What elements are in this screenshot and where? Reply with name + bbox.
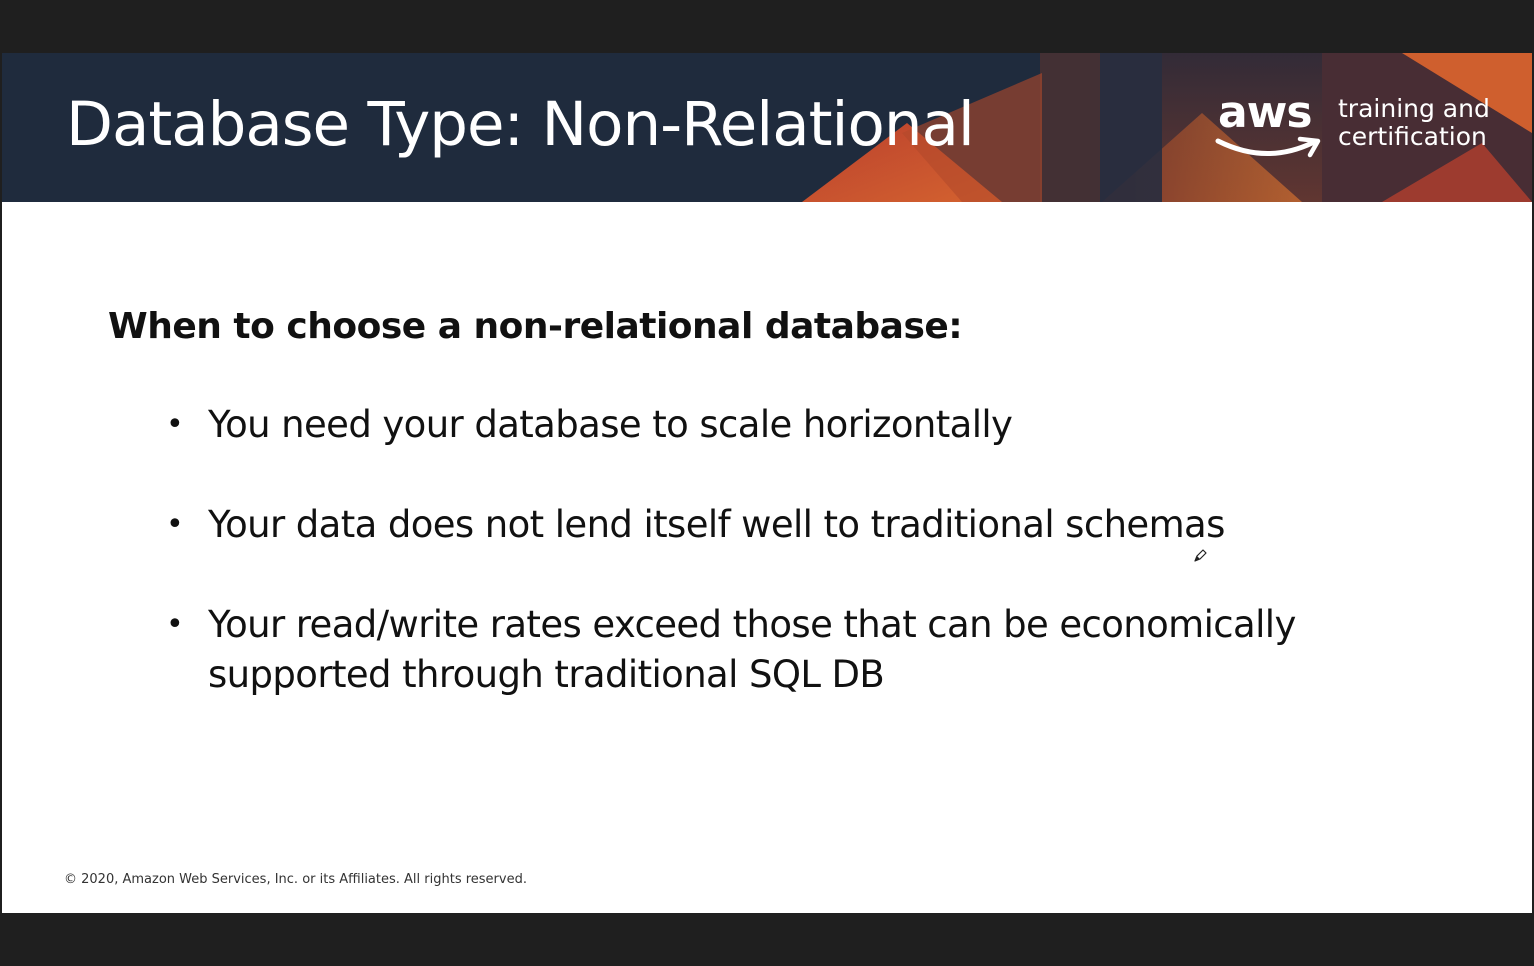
bullet-item: • Your read/write rates exceed those tha… bbox=[162, 600, 1362, 700]
aws-logo-word: aws bbox=[1218, 87, 1313, 138]
bullet-item: • Your data does not lend itself well to… bbox=[162, 500, 1362, 550]
bullet-item: • You need your database to scale horizo… bbox=[162, 400, 1362, 450]
bullet-text: Your data does not lend itself well to t… bbox=[208, 503, 1225, 546]
slide-title: Database Type: Non-Relational bbox=[66, 89, 975, 160]
slide-footer-copyright: © 2020, Amazon Web Services, Inc. or its… bbox=[64, 872, 527, 887]
aws-smile-icon bbox=[1215, 136, 1321, 158]
bullet-dot-icon: • bbox=[166, 407, 184, 442]
aws-training-logo: aws training and certification bbox=[1214, 87, 1504, 171]
bullet-list: • You need your database to scale horizo… bbox=[162, 400, 1362, 750]
presentation-window: Database Type: Non-Relational aws traini… bbox=[0, 0, 1534, 966]
slide: Database Type: Non-Relational aws traini… bbox=[2, 53, 1532, 913]
slide-header: Database Type: Non-Relational aws traini… bbox=[2, 53, 1532, 202]
bullet-dot-icon: • bbox=[166, 607, 184, 642]
bullet-text: You need your database to scale horizont… bbox=[208, 403, 1013, 446]
logo-tagline-line2: certification bbox=[1338, 122, 1487, 151]
slide-subheading: When to choose a non-relational database… bbox=[108, 306, 963, 347]
bullet-dot-icon: • bbox=[166, 507, 184, 542]
pen-cursor-icon bbox=[1194, 549, 1207, 562]
logo-tagline: training and certification bbox=[1338, 95, 1490, 151]
logo-tagline-line1: training and bbox=[1338, 94, 1490, 123]
bullet-text: Your read/write rates exceed those that … bbox=[208, 603, 1296, 696]
